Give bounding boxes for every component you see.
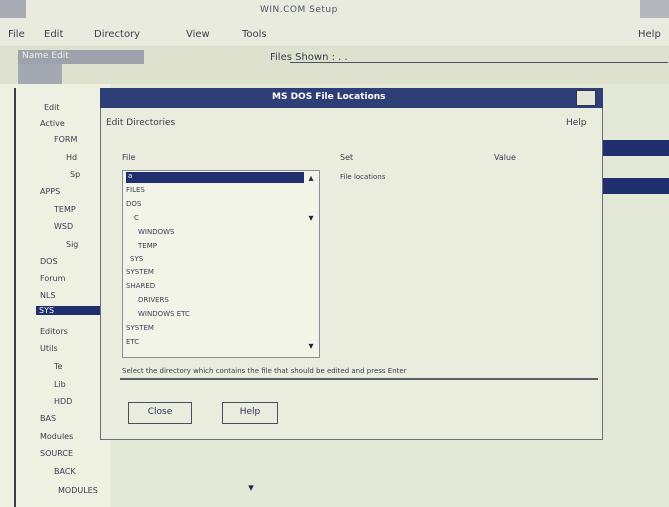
right-note: Value [494, 153, 516, 162]
window-title: WIN.COM Setup [260, 5, 338, 15]
dialog-help-label[interactable]: Help [566, 118, 587, 129]
close-button[interactable]: Close [128, 402, 192, 424]
tree-item[interactable]: Active [40, 119, 65, 128]
tree-item[interactable]: HDD [54, 397, 72, 406]
right-list-selected[interactable] [597, 178, 669, 194]
system-menu-icon[interactable] [0, 0, 26, 18]
tree-item[interactable]: SOURCE [40, 449, 73, 458]
tree-item[interactable]: BAS [40, 414, 56, 423]
drive-icon[interactable] [18, 64, 62, 84]
list-heading: File [122, 153, 136, 162]
tree-line [14, 88, 16, 507]
menu-bar: File Edit Directory View Tools Help [0, 24, 669, 46]
tree-item[interactable]: Modules [40, 432, 73, 441]
toolbar-divider [290, 62, 668, 63]
close-box-icon[interactable] [576, 90, 596, 106]
list-item[interactable]: DRIVERS [138, 296, 169, 304]
list-item[interactable]: ETC [126, 338, 139, 346]
help-button[interactable]: Help [222, 402, 278, 424]
scroll-down-arrow-icon[interactable]: ▾ [304, 340, 318, 354]
menu-tools[interactable]: Tools [242, 29, 267, 40]
scroll-up-arrow-icon[interactable]: ▴ [304, 172, 318, 186]
tree-item[interactable]: Hd [66, 153, 77, 162]
menu-edit[interactable]: Edit [44, 29, 63, 40]
dialog-subtitle: Edit Directories [106, 118, 176, 128]
list-item[interactable]: SYS [130, 255, 143, 263]
right-value: File locations [340, 173, 386, 181]
listbox-selected-row[interactable] [126, 172, 304, 183]
scroll-arrow-icon[interactable]: ▾ [304, 212, 318, 226]
tree-item[interactable]: Sp [70, 170, 80, 179]
list-item[interactable]: TEMP [138, 242, 157, 250]
tree-item[interactable]: Sig [66, 240, 78, 249]
menu-file[interactable]: File [8, 29, 25, 40]
tree-item[interactable]: WSD [54, 222, 73, 231]
tree-item[interactable]: DOS [40, 257, 58, 266]
tree-item[interactable]: Lib [54, 380, 66, 389]
tree-item[interactable]: MODULES [58, 486, 98, 495]
tree-item[interactable]: TEMP [54, 205, 76, 214]
list-item[interactable]: FILES [126, 186, 145, 194]
list-item[interactable]: SYSTEM [126, 324, 154, 332]
dialog-title: MS DOS File Locations [272, 92, 386, 102]
toolbar-label: Name Edit [22, 51, 69, 61]
list-item[interactable]: DOS [126, 200, 141, 208]
list-item[interactable]: SHARED [126, 282, 155, 290]
tree-item[interactable]: BACK [54, 467, 76, 476]
right-list-selected[interactable] [597, 140, 669, 156]
menu-directory[interactable]: Directory [94, 29, 140, 40]
list-item[interactable]: WINDOWS [138, 228, 175, 236]
tree-item[interactable]: Editors [40, 327, 68, 336]
list-item[interactable]: WINDOWS ETC [138, 310, 190, 318]
menu-help[interactable]: Help [638, 29, 661, 40]
list-item[interactable]: C [134, 214, 139, 222]
menu-view[interactable]: View [186, 29, 210, 40]
list-item[interactable]: a [128, 172, 132, 180]
list-item[interactable]: SYSTEM [126, 268, 154, 276]
tree-item[interactable]: NLS [40, 291, 56, 300]
tree-item-selected[interactable]: SYS [36, 306, 102, 315]
scroll-arrow-icon[interactable]: ▾ [244, 480, 258, 496]
tree-item[interactable]: FORM [54, 135, 77, 144]
dialog-divider [120, 378, 598, 380]
tree-item[interactable]: Edit [44, 103, 60, 112]
right-heading: Set [340, 153, 354, 162]
tree-item[interactable]: Forum [40, 274, 65, 283]
maximize-icon[interactable] [640, 0, 669, 18]
tree-item[interactable]: APPS [40, 187, 60, 196]
tree-item[interactable]: Te [54, 362, 62, 371]
tree-item[interactable]: Utils [40, 344, 58, 353]
status-text: Select the directory which contains the … [122, 367, 407, 375]
